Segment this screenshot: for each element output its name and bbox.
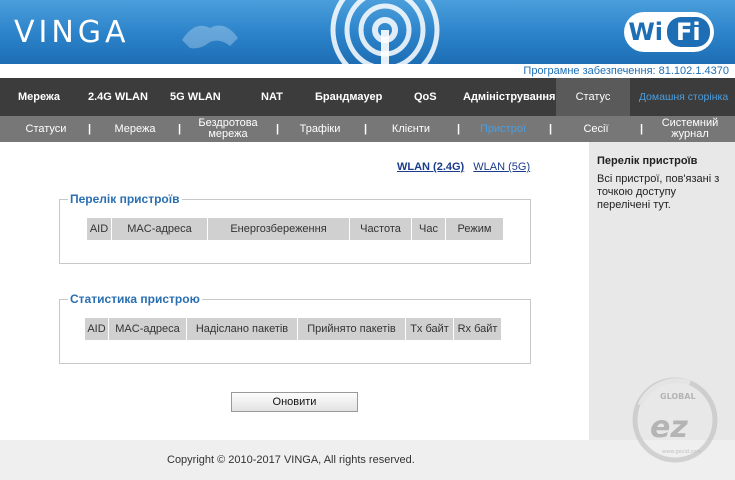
device-list-title: Перелік пристроїв xyxy=(70,192,180,206)
wireless-signal-icon xyxy=(330,0,440,64)
main-content: WLAN (2.4G) WLAN (5G) Перелік пристроїв … xyxy=(0,142,589,440)
column-header: Прийнято пакетів xyxy=(298,318,406,340)
subnav-item-devices[interactable]: Пристрої xyxy=(470,116,536,142)
device-stats-header: AID MAC-адреса Надіслано пакетів Прийнят… xyxy=(85,318,502,340)
band-link-5g[interactable]: WLAN (5G) xyxy=(473,161,530,173)
svg-text:www.gecid.com: www.gecid.com xyxy=(662,449,701,455)
column-header: MAC-адреса xyxy=(112,218,208,240)
subnav-item-statuses[interactable]: Статуси xyxy=(16,116,76,142)
column-header: MAC-адреса xyxy=(109,318,187,340)
subnav-item-traffic[interactable]: Трафіки xyxy=(290,116,350,142)
column-header: AID xyxy=(87,218,112,240)
column-header: Частота xyxy=(350,218,412,240)
column-header: Час xyxy=(412,218,446,240)
svg-text:ez: ez xyxy=(650,410,688,445)
help-title: Перелік пристроїв xyxy=(597,155,698,167)
watermark-logo: GLOBAL ez www.gecid.com xyxy=(632,377,718,463)
column-header: Надіслано пакетів xyxy=(187,318,298,340)
band-link-24g[interactable]: WLAN (2.4G) xyxy=(397,161,464,173)
sub-nav: Статуси | Мережа | Бездротова мережа | Т… xyxy=(0,116,735,142)
svg-text:GLOBAL: GLOBAL xyxy=(660,392,696,401)
subnav-item-system-log[interactable]: Системний журнал xyxy=(650,116,730,142)
subnav-separator: | xyxy=(364,123,368,135)
nav-item-qos[interactable]: QoS xyxy=(414,78,437,116)
refresh-button[interactable]: Оновити xyxy=(231,392,358,412)
wifi-logo: Wi Fi xyxy=(624,12,714,52)
help-text: Всі пристрої, пов'язані з точкою доступу… xyxy=(597,173,720,211)
nav-item-wlan-5g[interactable]: 5G WLAN xyxy=(170,78,221,116)
subnav-item-wireless[interactable]: Бездротова мережа xyxy=(188,116,268,142)
nav-item-administration[interactable]: Адміністрування xyxy=(463,78,555,116)
copyright-text: Copyright © 2010-2017 VINGA, All rights … xyxy=(167,454,415,466)
header-banner: VINGA Wi Fi xyxy=(0,0,735,64)
subnav-item-sessions[interactable]: Сесії xyxy=(565,116,627,142)
nav-item-firewall[interactable]: Брандмауер xyxy=(315,78,382,116)
column-header: AID xyxy=(85,318,109,340)
subnav-separator: | xyxy=(457,123,461,135)
subnav-separator: | xyxy=(88,123,92,135)
band-selector: WLAN (2.4G) WLAN (5G) xyxy=(397,161,536,173)
subnav-separator: | xyxy=(549,123,553,135)
subnav-item-network[interactable]: Мережа xyxy=(104,116,166,142)
main-nav: Мережа 2.4G WLAN 5G WLAN NAT Брандмауер … xyxy=(0,78,735,116)
subnav-separator: | xyxy=(640,123,644,135)
vinga-logo: VINGA xyxy=(14,15,130,50)
column-header: Режим xyxy=(446,218,504,240)
subnav-separator: | xyxy=(178,123,182,135)
device-stats-title: Статистика пристрою xyxy=(70,292,200,306)
subnav-separator: | xyxy=(276,123,280,135)
nav-item-status[interactable]: Статус xyxy=(556,78,630,116)
subnav-item-clients[interactable]: Клієнти xyxy=(380,116,442,142)
nav-item-network[interactable]: Мережа xyxy=(18,78,60,116)
firmware-version: Програмне забезпечення: 81.102.1.4370 xyxy=(523,65,729,77)
nav-item-wlan-24g[interactable]: 2.4G WLAN xyxy=(88,78,148,116)
column-header: Енергозбереження xyxy=(208,218,350,240)
column-header: Tx байт xyxy=(406,318,454,340)
handshake-icon xyxy=(182,25,238,49)
nav-item-nat[interactable]: NAT xyxy=(261,78,283,116)
column-header: Rx байт xyxy=(454,318,502,340)
nav-item-home[interactable]: Домашня сторінка xyxy=(632,78,735,116)
device-list-header: AID MAC-адреса Енергозбереження Частота … xyxy=(87,218,504,240)
